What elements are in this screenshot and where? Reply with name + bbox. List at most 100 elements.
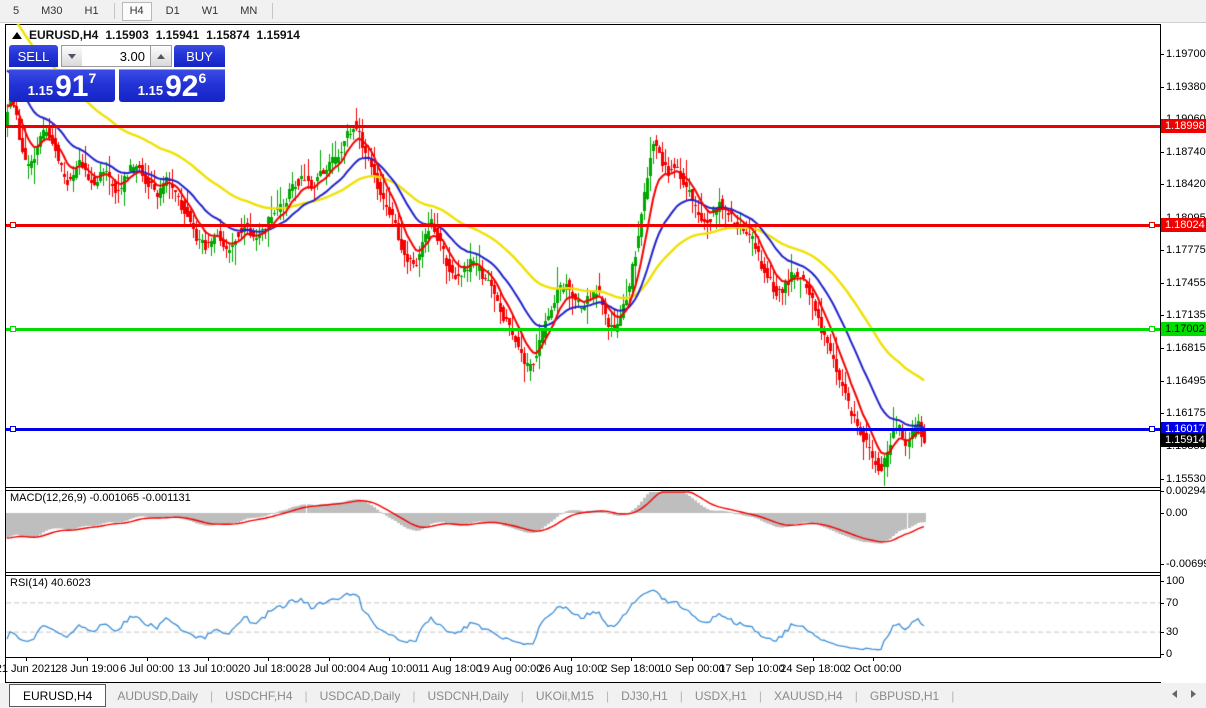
date-axis-label: 21 Jun 2021: [0, 663, 57, 675]
buy-price-small: 1.15: [137, 83, 164, 98]
macd-axis-label: 0.00294: [1166, 485, 1206, 497]
date-axis-label: 24 Sep 18:00: [780, 663, 846, 675]
timeframe-button-h4[interactable]: H4: [121, 1, 152, 21]
buy-button[interactable]: BUY: [174, 45, 225, 67]
tab-usdcad-daily[interactable]: USDCAD,Daily: [309, 683, 412, 708]
sell-button[interactable]: SELL: [9, 45, 58, 67]
scroll-tabs-right-icon[interactable]: [1191, 690, 1196, 698]
one-click-trading-panel: SELL 3.00 BUY 1.15 91 7 1.15 92 6: [9, 45, 225, 102]
date-axis-tick: [873, 657, 874, 661]
price-axis-label: 1.19700: [1166, 48, 1206, 60]
tab-ukoil-m15[interactable]: UKOil,M15: [525, 683, 605, 708]
tab-usdchf-h4[interactable]: USDCHF,H4: [214, 683, 303, 708]
hline-price-label: 1.18998: [1161, 119, 1206, 133]
date-axis-tick: [450, 657, 451, 661]
price-axis-tick: [1160, 54, 1164, 55]
macd-axis-tick: [1160, 564, 1164, 565]
toolbar-separator: [113, 3, 115, 19]
rsi-axis-tick: [1160, 581, 1164, 582]
buy-price-sup: 6: [198, 70, 207, 86]
price-axis-label: 1.16495: [1166, 375, 1206, 387]
macd-axis-label: 0.00: [1166, 507, 1188, 519]
date-axis-tick: [692, 657, 693, 661]
volume-input[interactable]: 3.00: [82, 45, 150, 67]
timeframe-button-m30[interactable]: M30: [33, 2, 70, 21]
sell-price-display[interactable]: 1.15 91 7: [9, 69, 115, 102]
tab-scroll-controls: [1172, 690, 1196, 698]
tab-xauusd-h4[interactable]: XAUUSD,H4: [763, 683, 854, 708]
price-axis-tick: [1160, 87, 1164, 88]
hline-1.18998[interactable]: [6, 125, 1160, 128]
tab-audusd-daily[interactable]: AUDUSD,Daily: [106, 683, 209, 708]
hline-1.18024[interactable]: [6, 224, 1160, 227]
price-axis-label: 1.16175: [1166, 407, 1206, 419]
date-axis-label: 28 Jun 19:00: [55, 663, 119, 675]
chart-title: EURUSD,H4 1.15903 1.15941 1.15874 1.1591…: [12, 28, 302, 42]
tab-dj30-h1[interactable]: DJ30,H1: [610, 683, 679, 708]
rsi-axis-tick: [1160, 632, 1164, 633]
hline-1.16017[interactable]: [6, 428, 1160, 431]
volume-decrease-button[interactable]: [61, 45, 83, 67]
volume-increase-button[interactable]: [150, 45, 172, 67]
buy-price-display[interactable]: 1.15 92 6: [119, 69, 225, 102]
price-axis-label: 1.16815: [1166, 342, 1206, 354]
price-axis-label: 1.18740: [1166, 146, 1206, 158]
price-axis-tick: [1160, 479, 1164, 480]
toolbar-separator: [272, 3, 274, 19]
timeframe-button-5[interactable]: 5: [5, 2, 27, 21]
timeframe-toolbar: 5 M30 H1 H4 D1 W1 MN: [0, 0, 1206, 23]
tab-eurusd-h4[interactable]: EURUSD,H4: [9, 684, 107, 707]
date-axis-label: 2 Oct 00:00: [844, 663, 902, 675]
ohlc-open: 1.15903: [105, 28, 149, 42]
date-axis-label: 13 Jul 10:00: [178, 663, 238, 675]
macd-axis-label: -0.00699: [1166, 558, 1206, 570]
ohlc-low: 1.15874: [206, 28, 250, 42]
chart-symbol: EURUSD,H4: [29, 28, 99, 42]
line-handle[interactable]: [10, 222, 16, 228]
scroll-tabs-left-icon[interactable]: [1172, 690, 1177, 698]
price-axis-tick: [1160, 381, 1164, 382]
date-axis-tick: [208, 657, 209, 661]
price-axis-label: 1.15530: [1166, 473, 1206, 485]
tab-gbpusd-h1[interactable]: GBPUSD,H1: [859, 683, 950, 708]
date-axis-label: 19 Aug 00:00: [477, 663, 543, 675]
collapse-arrow-icon[interactable]: [12, 31, 22, 39]
macd-indicator-label: MACD(12,26,9) -0.001065 -0.001131: [10, 492, 191, 504]
date-axis-tick: [389, 657, 390, 661]
date-axis-tick: [571, 657, 572, 661]
timeframe-button-h1[interactable]: H1: [77, 2, 107, 21]
price-axis-tick: [1160, 184, 1164, 185]
price-axis-label: 1.18420: [1166, 178, 1206, 190]
price-axis-tick: [1160, 152, 1164, 153]
date-axis-tick: [813, 657, 814, 661]
timeframe-button-d1[interactable]: D1: [158, 2, 188, 21]
tab-separator: |: [412, 688, 416, 703]
tab-separator: |: [758, 688, 763, 703]
date-axis-label: 2 Sep 18:00: [601, 663, 661, 675]
price-axis-label: 1.19380: [1166, 81, 1206, 93]
date-axis-tick: [631, 657, 632, 661]
date-axis-label: 26 Aug 10:00: [538, 663, 604, 675]
price-chart-canvas[interactable]: [6, 24, 1160, 658]
line-handle[interactable]: [1149, 326, 1155, 332]
date-axis-tick: [510, 657, 511, 661]
line-handle[interactable]: [10, 426, 16, 432]
line-handle[interactable]: [1149, 426, 1155, 432]
price-axis-tick: [1160, 413, 1164, 414]
price-axis-label: 1.17455: [1166, 277, 1206, 289]
price-axis-tick: [1160, 315, 1164, 316]
date-axis-tick: [329, 657, 330, 661]
line-handle[interactable]: [1149, 222, 1155, 228]
tab-usdx-h1[interactable]: USDX,H1: [684, 683, 758, 708]
hline-1.17002[interactable]: [6, 328, 1160, 331]
rsi-indicator-label: RSI(14) 40.6023: [10, 577, 91, 589]
price-axis-tick: [1160, 348, 1164, 349]
timeframe-button-mn[interactable]: MN: [232, 2, 265, 21]
line-handle[interactable]: [10, 326, 16, 332]
tab-usdcnh-daily[interactable]: USDCNH,Daily: [416, 683, 519, 708]
tab-separator: |: [951, 688, 955, 703]
timeframe-button-w1[interactable]: W1: [194, 2, 227, 21]
hline-price-label: 1.17002: [1161, 322, 1206, 336]
price-axis-label: 1.17135: [1166, 309, 1206, 321]
date-axis-label: 28 Jul 00:00: [299, 663, 359, 675]
